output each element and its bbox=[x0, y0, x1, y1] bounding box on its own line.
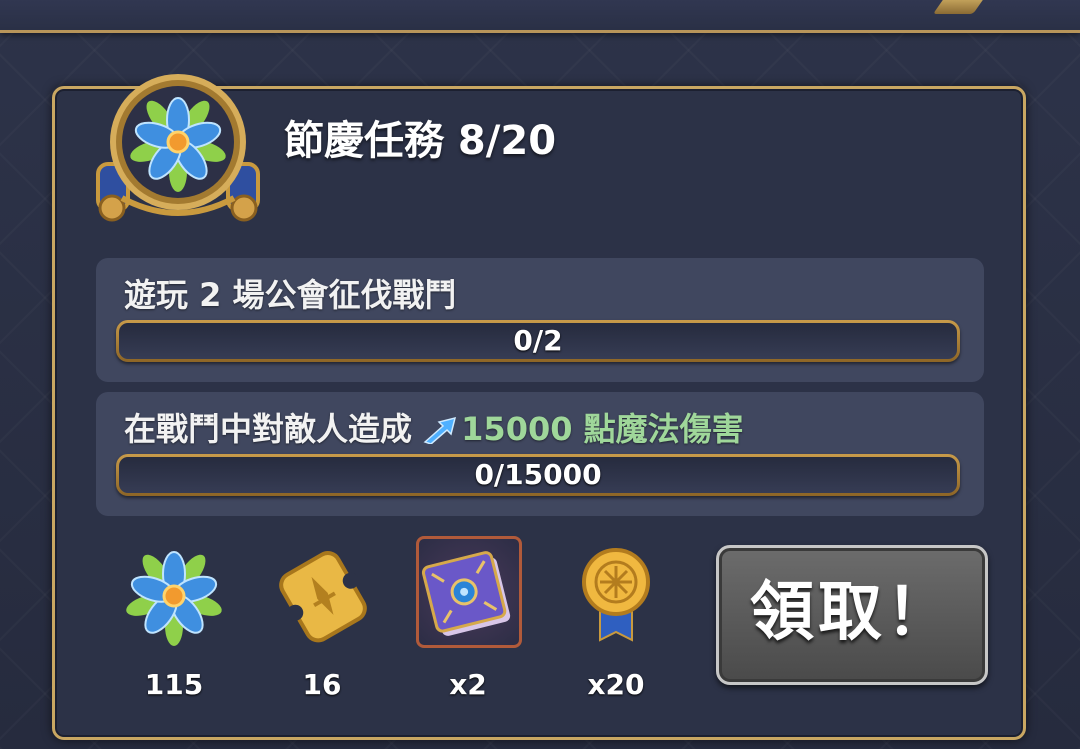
claim-button[interactable]: 領取！ bbox=[716, 545, 988, 685]
reward-item[interactable]: x20 bbox=[556, 540, 676, 710]
reward-count: x2 bbox=[449, 668, 487, 701]
spellbook-icon bbox=[421, 551, 511, 636]
progress-text: 0/2 bbox=[513, 324, 563, 357]
top-ornament bbox=[932, 0, 988, 14]
task-description: 遊玩 2 場公會征伐戰鬥 bbox=[124, 276, 457, 314]
top-bar bbox=[0, 0, 1080, 33]
reward-item[interactable]: x2 bbox=[408, 536, 528, 710]
progress-bar: 0/15000 bbox=[116, 454, 960, 496]
progress-text: 0/15000 bbox=[474, 458, 602, 491]
magic-damage-icon bbox=[423, 416, 457, 444]
gold-ticket-icon bbox=[279, 551, 367, 643]
flower-token-icon bbox=[126, 551, 222, 646]
task-text-prefix: 在戰鬥中對敵人造成 bbox=[124, 410, 424, 448]
reward-count: x20 bbox=[587, 668, 645, 701]
progress-track: 0/15000 bbox=[119, 457, 957, 493]
task-description: 在戰鬥中對敵人造成 15000 點魔法傷害 bbox=[124, 404, 744, 450]
reward-item[interactable]: 16 bbox=[262, 540, 382, 710]
event-title: 節慶任務 8/20 bbox=[284, 118, 557, 164]
task-row: 在戰鬥中對敵人造成 15000 點魔法傷害 0/15000 bbox=[96, 392, 984, 516]
reward-count: 115 bbox=[144, 668, 204, 701]
task-highlight: 15000 點魔法傷害 bbox=[461, 410, 744, 448]
reward-count: 16 bbox=[302, 668, 342, 701]
flower-medal-icon bbox=[96, 74, 260, 222]
gold-medal-icon bbox=[582, 548, 650, 642]
task-row: 遊玩 2 場公會征伐戰鬥 0/2 bbox=[96, 258, 984, 382]
progress-bar: 0/2 bbox=[116, 320, 960, 362]
progress-track: 0/2 bbox=[119, 323, 957, 359]
reward-item[interactable]: 115 bbox=[114, 540, 234, 710]
